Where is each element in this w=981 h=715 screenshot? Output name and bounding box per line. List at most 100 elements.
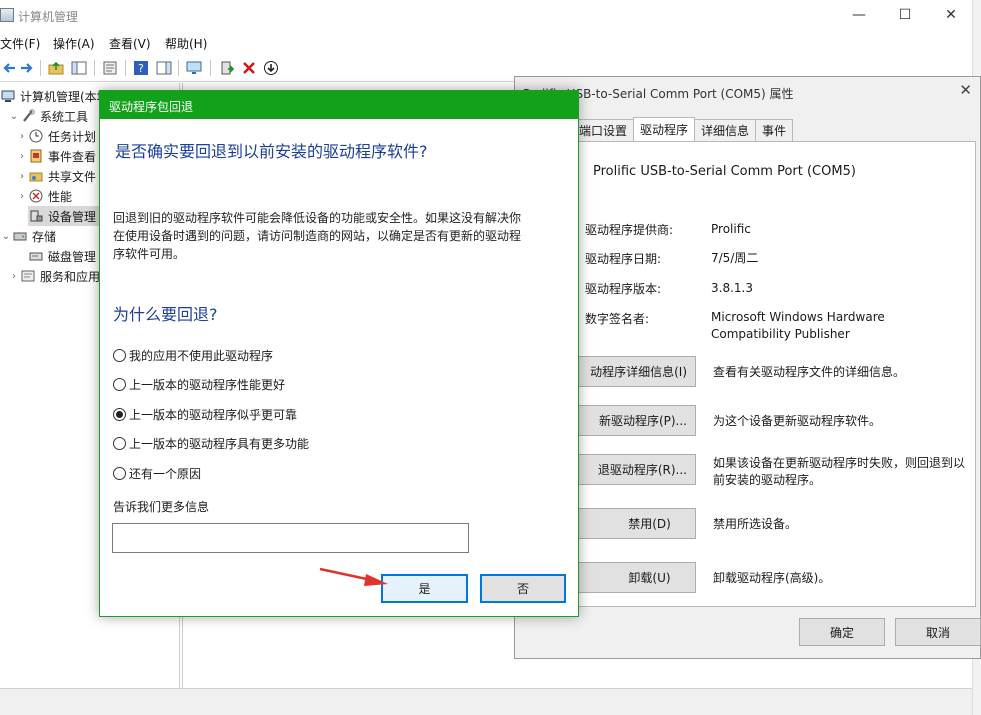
menu-action[interactable]: 操作(A) bbox=[53, 35, 95, 52]
reason-option-apps-dont-use[interactable]: 我的应用不使用此驱动程序 bbox=[113, 346, 273, 364]
driver-details-button[interactable]: 动程序详细信息(I) bbox=[573, 356, 696, 387]
chevron-right-icon[interactable]: › bbox=[16, 131, 28, 142]
driver-provider-value: Prolific bbox=[711, 222, 751, 236]
reason-option-better-performance[interactable]: 上一版本的驱动程序性能更好 bbox=[113, 375, 285, 393]
scan-hardware-icon[interactable] bbox=[185, 59, 203, 77]
update-driver-desc: 为这个设备更新驱动程序软件。 bbox=[713, 414, 882, 428]
rollback-dialog-title: 驱动程序包回退 bbox=[109, 100, 194, 114]
driver-tab-panel: Prolific USB-to-Serial Comm Port (COM5) … bbox=[572, 141, 976, 607]
rollback-dialog-titlebar: 驱动程序包回退 bbox=[100, 91, 578, 119]
tab-port-settings[interactable]: 端口设置 bbox=[572, 119, 635, 141]
driver-date-value: 7/5/周二 bbox=[711, 251, 759, 265]
no-button[interactable]: 否 bbox=[480, 574, 566, 603]
tree-item-services-applications[interactable]: › 服务和应用程 bbox=[8, 266, 112, 286]
toolbar-separator bbox=[40, 60, 41, 76]
disk-icon bbox=[28, 248, 44, 264]
menu-help[interactable]: 帮助(H) bbox=[165, 35, 207, 52]
radio-dot-icon bbox=[116, 410, 123, 418]
radio-button[interactable] bbox=[113, 348, 126, 362]
action-pane-icon[interactable] bbox=[155, 59, 173, 77]
tree-item-computer-management[interactable]: 计算机管理(本地 bbox=[0, 86, 109, 106]
toolbar-separator bbox=[94, 60, 95, 76]
minimize-button[interactable]: — bbox=[836, 4, 882, 26]
tree-item-system-tools[interactable]: ⌄ 系统工具 bbox=[8, 106, 88, 126]
red-arrow-annotation-icon bbox=[319, 567, 388, 586]
toolbar-separator bbox=[210, 60, 211, 76]
reason-option-other[interactable]: 还有一个原因 bbox=[113, 464, 201, 482]
chevron-right-icon[interactable]: › bbox=[16, 151, 28, 162]
reason-option-more-reliable[interactable]: 上一版本的驱动程序似乎更可靠 bbox=[113, 405, 297, 423]
status-bar bbox=[0, 688, 972, 715]
driver-provider-label: 驱动程序提供商: bbox=[585, 223, 674, 237]
computer-management-icon bbox=[0, 8, 14, 22]
menu-file[interactable]: 文件(F) bbox=[0, 35, 40, 52]
yes-button[interactable]: 是 bbox=[381, 574, 468, 603]
forward-icon[interactable] bbox=[18, 59, 36, 77]
device-name: Prolific USB-to-Serial Comm Port (COM5) bbox=[593, 164, 856, 179]
maximize-button[interactable]: ☐ bbox=[882, 4, 928, 26]
svg-text:?: ? bbox=[138, 62, 144, 75]
close-button[interactable]: ✕ bbox=[928, 4, 974, 26]
toolbar-separator bbox=[125, 60, 126, 76]
chevron-right-icon[interactable]: › bbox=[16, 191, 28, 202]
digital-signer-value: Microsoft Windows Hardware Compatibility… bbox=[711, 310, 885, 341]
storage-icon bbox=[12, 228, 28, 244]
uninstall-device-icon[interactable] bbox=[240, 59, 258, 77]
tab-driver[interactable]: 驱动程序 bbox=[633, 117, 696, 141]
event-viewer-icon bbox=[28, 148, 44, 164]
disable-device-desc: 禁用所选设备。 bbox=[713, 517, 798, 531]
uninstall-device-button[interactable]: 卸载(U) bbox=[573, 562, 696, 593]
up-folder-icon[interactable] bbox=[47, 59, 65, 77]
tree-item-storage[interactable]: ⌄ 存储 bbox=[0, 226, 56, 246]
radio-button[interactable] bbox=[113, 436, 126, 450]
title-bar: 计算机管理 — ☐ ✕ bbox=[0, 0, 972, 31]
driver-version-label: 驱动程序版本: bbox=[585, 282, 662, 296]
update-driver-button[interactable]: 新驱动程序(P)... bbox=[573, 405, 696, 436]
window-title: 计算机管理 bbox=[18, 10, 79, 24]
ok-button[interactable]: 确定 bbox=[799, 618, 885, 646]
tools-icon bbox=[20, 108, 36, 124]
update-driver-icon[interactable] bbox=[218, 59, 236, 77]
menu-view[interactable]: 查看(V) bbox=[109, 35, 151, 52]
back-icon[interactable] bbox=[0, 59, 18, 77]
chevron-down-icon[interactable]: ⌄ bbox=[8, 111, 20, 122]
radio-button-selected[interactable] bbox=[113, 407, 126, 421]
more-info-input[interactable] bbox=[112, 523, 469, 553]
cancel-button[interactable]: 取消 bbox=[895, 618, 981, 646]
performance-icon bbox=[28, 188, 44, 204]
tree-item-performance[interactable]: › 性能 bbox=[16, 186, 72, 206]
show-hide-tree-icon[interactable] bbox=[70, 59, 88, 77]
tab-details[interactable]: 详细信息 bbox=[694, 119, 757, 141]
properties-icon[interactable] bbox=[101, 59, 119, 77]
chevron-right-icon[interactable]: › bbox=[8, 271, 20, 282]
driver-details-desc: 查看有关驱动程序文件的详细信息。 bbox=[713, 365, 906, 379]
close-icon[interactable]: ✕ bbox=[959, 81, 972, 99]
uninstall-device-desc: 卸载驱动程序(高级)。 bbox=[713, 571, 831, 585]
disable-device-button[interactable]: 禁用(D) bbox=[573, 508, 696, 539]
rollback-driver-button[interactable]: 退驱动程序(R)... bbox=[573, 454, 696, 485]
chevron-down-icon[interactable]: ⌄ bbox=[0, 231, 12, 242]
tree-item-shared-folders[interactable]: › 共享文件 bbox=[16, 166, 96, 186]
rollback-warning-text: 回退到旧的驱动程序软件可能会降低设备的功能或安全性。如果这没有解决你在使用设备时… bbox=[113, 211, 522, 261]
help-icon[interactable]: ? bbox=[132, 59, 150, 77]
toolbar-separator bbox=[178, 60, 179, 76]
device-properties-dialog: Prolific USB-to-Serial Comm Port (COM5) … bbox=[514, 76, 981, 659]
chevron-right-icon[interactable]: › bbox=[16, 171, 28, 182]
properties-tabs: 端口设置 驱动程序 详细信息 事件 bbox=[572, 117, 794, 141]
driver-rollback-dialog: 驱动程序包回退 是否确实要回退到以前安装的驱动程序软件? 回退到旧的驱动程序软件… bbox=[99, 90, 579, 617]
tree-item-event-viewer[interactable]: › 事件查看 bbox=[16, 146, 96, 166]
enable-device-icon[interactable] bbox=[262, 59, 280, 77]
tab-events[interactable]: 事件 bbox=[755, 119, 794, 141]
shared-folder-icon bbox=[28, 168, 44, 184]
tree-item-task-scheduler[interactable]: › 任务计划 bbox=[16, 126, 96, 146]
more-info-label: 告诉我们更多信息 bbox=[113, 500, 210, 514]
driver-date-label: 驱动程序日期: bbox=[585, 252, 662, 266]
radio-button[interactable] bbox=[113, 377, 126, 391]
computer-icon bbox=[0, 88, 16, 104]
radio-button[interactable] bbox=[113, 466, 126, 480]
rollback-driver-desc: 如果该设备在更新驱动程序时失败，则回退到以前安装的驱动程序。 bbox=[713, 456, 966, 487]
rollback-confirm-heading: 是否确实要回退到以前安装的驱动程序软件? bbox=[115, 142, 428, 161]
tree-item-disk-management[interactable]: 磁盘管理 bbox=[28, 246, 96, 266]
reason-option-more-features[interactable]: 上一版本的驱动程序具有更多功能 bbox=[113, 434, 309, 452]
clock-icon bbox=[28, 128, 44, 144]
